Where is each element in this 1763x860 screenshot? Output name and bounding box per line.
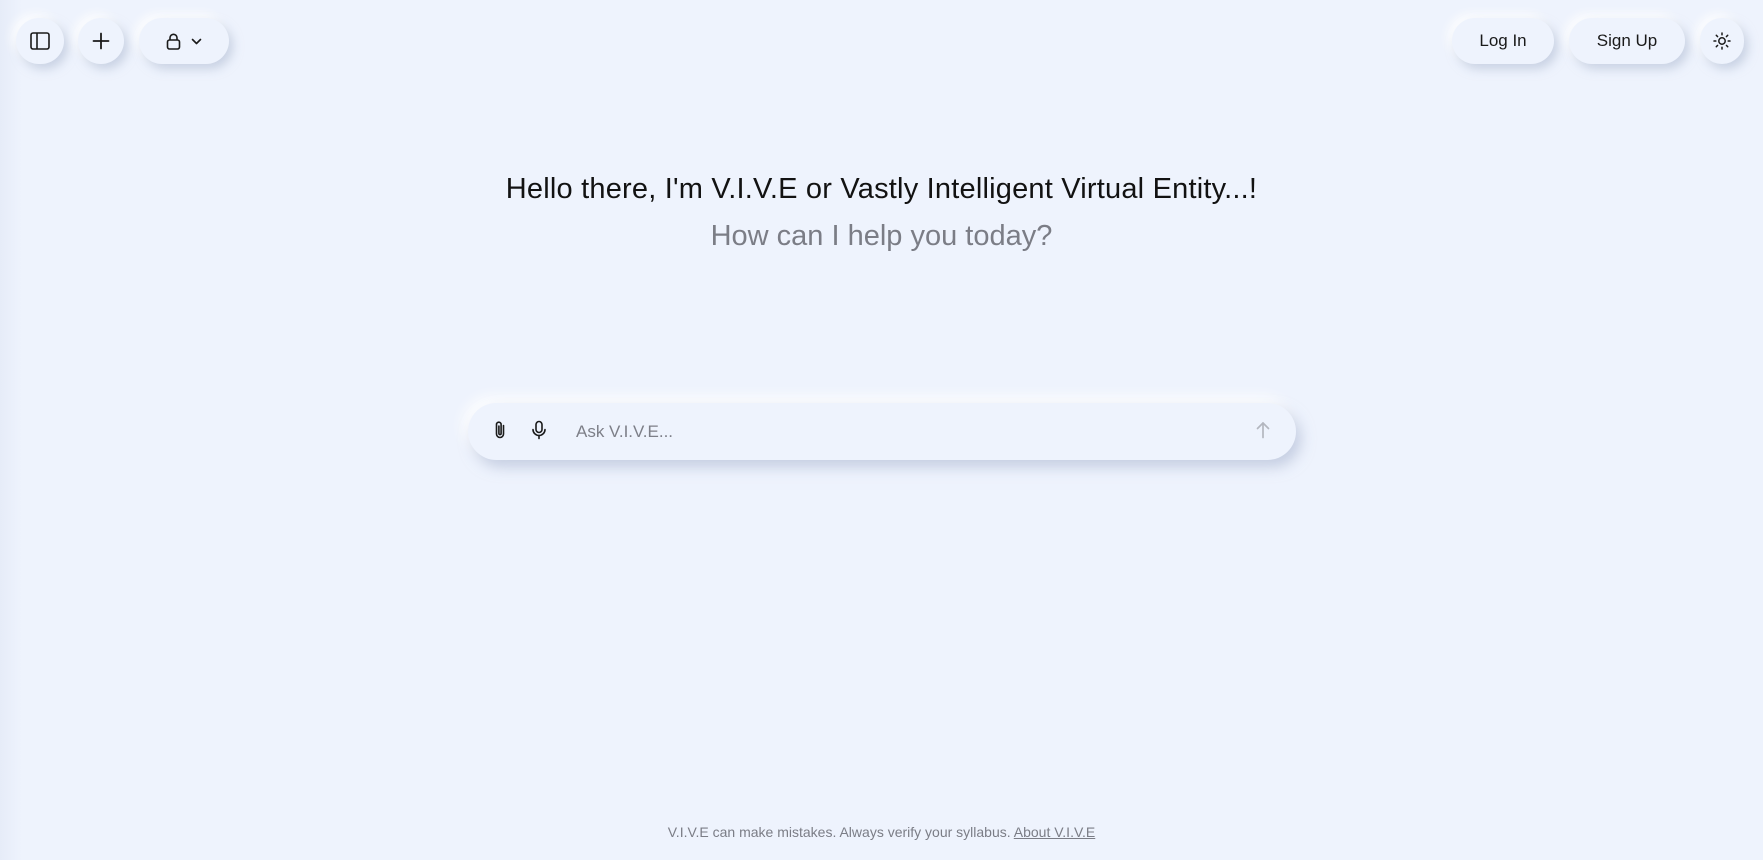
theme-toggle-button[interactable] (1700, 18, 1744, 64)
send-button[interactable] (1248, 417, 1278, 447)
disclaimer-text: V.I.V.E can make mistakes. Always verify… (667, 824, 1011, 840)
new-chat-button[interactable] (78, 18, 124, 64)
attach-file-button[interactable] (485, 417, 515, 447)
footer-disclaimer: V.I.V.E can make mistakes. Always verify… (0, 824, 1763, 840)
sun-icon (1713, 32, 1731, 50)
lock-icon (166, 33, 181, 50)
paperclip-icon (493, 420, 507, 445)
chat-composer (468, 403, 1296, 460)
visibility-dropdown-button[interactable] (139, 18, 229, 64)
greeting-subtitle: How can I help you today? (710, 220, 1053, 252)
arrow-up-icon (1255, 421, 1271, 444)
voice-input-button[interactable] (524, 417, 554, 447)
log-in-button[interactable]: Log In (1452, 18, 1554, 64)
ask-input[interactable] (574, 415, 1218, 449)
sidebar-icon (30, 32, 50, 50)
page: Log In Sign Up Hello there, I'm V.I.V.E … (0, 0, 1763, 860)
microphone-icon (531, 420, 547, 445)
sign-up-button[interactable]: Sign Up (1569, 18, 1685, 64)
chevron-down-icon (191, 38, 202, 45)
sidebar-toggle-button[interactable] (16, 18, 64, 64)
greeting-title: Hello there, I'm V.I.V.E or Vastly Intel… (505, 173, 1258, 205)
plus-icon (92, 32, 110, 50)
about-link[interactable]: About V.I.V.E (1014, 824, 1095, 840)
